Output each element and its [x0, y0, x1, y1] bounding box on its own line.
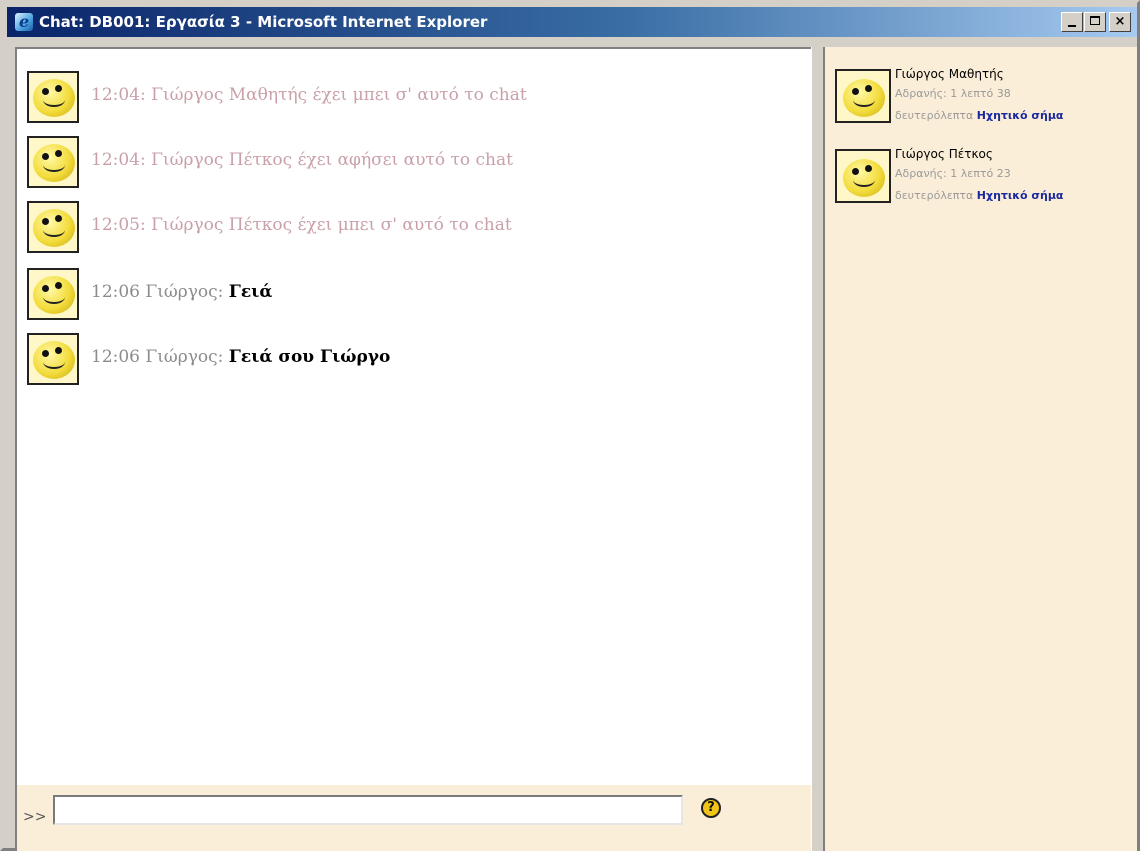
ie-icon — [15, 7, 33, 37]
message-author: Γιώργος: — [145, 282, 224, 302]
chat-message: 12:05: Γιώργος Πέτκος έχει μπει σ' αυτό … — [27, 201, 787, 257]
help-icon[interactable]: ? — [701, 798, 721, 818]
title-bar[interactable]: Chat: DB001: Εργασία 3 - Microsoft Inter… — [7, 7, 1137, 37]
close-button[interactable]: × — [1109, 12, 1131, 32]
close-icon: × — [1114, 14, 1126, 29]
frame-splitter[interactable] — [811, 47, 825, 851]
minimize-icon — [1068, 25, 1076, 27]
user-name: Γιώργος Μαθητής — [895, 67, 1004, 81]
beep-link[interactable]: Ηχητικό σήμα — [977, 109, 1064, 122]
user-message-text: 12:06 Γιώργος: Γειά σου Γιώργο — [91, 347, 390, 367]
chat-message: 12:04: Γιώργος Πέτκος έχει αφήσει αυτό τ… — [27, 136, 787, 192]
message-author: Γιώργος: — [145, 347, 224, 367]
system-message-text: 12:04: Γιώργος Πέτκος έχει αφήσει αυτό τ… — [91, 150, 513, 170]
maximize-icon — [1090, 16, 1100, 25]
chat-message: 12:04: Γιώργος Μαθητής έχει μπει σ' αυτό… — [27, 71, 787, 127]
smiley-icon — [27, 201, 79, 253]
user-idle-line: Αδρανής: 1 λεπτό 23 — [895, 167, 1011, 180]
smiley-icon — [27, 71, 79, 123]
window-controls: × — [1060, 12, 1131, 32]
message-body: Γειά σου Γιώργο — [228, 347, 391, 367]
smiley-icon — [835, 69, 891, 123]
idle-label: Αδρανής: — [895, 87, 947, 100]
chat-messages-pane[interactable]: 12:04: Γιώργος Μαθητής έχει μπει σ' αυτό… — [15, 47, 811, 851]
idle-label: Αδρανής: — [895, 167, 947, 180]
user-name: Γιώργος Πέτκος — [895, 147, 993, 161]
smiley-icon — [27, 136, 79, 188]
beep-link[interactable]: Ηχητικό σήμα — [977, 189, 1064, 202]
browser-window: Chat: DB001: Εργασία 3 - Microsoft Inter… — [0, 0, 1140, 851]
smiley-icon — [27, 333, 79, 385]
input-prompt: >> — [23, 809, 47, 825]
user-list-item: Γιώργος Πέτκος Αδρανής: 1 λεπτό 23 δευτε… — [835, 147, 1125, 207]
idle-value: 1 λεπτό 23 — [950, 167, 1011, 180]
idle-value: 1 λεπτό 38 — [950, 87, 1011, 100]
seconds-label: δευτερόλεπτα — [895, 109, 974, 122]
message-input-bar: >> ? — [17, 785, 811, 851]
system-message-text: 12:04: Γιώργος Μαθητής έχει μπει σ' αυτό… — [91, 85, 527, 105]
message-input[interactable] — [53, 795, 683, 825]
message-body: Γειά — [228, 282, 273, 302]
maximize-button[interactable] — [1084, 12, 1106, 32]
user-seconds-line: δευτερόλεπτα Ηχητικό σήμα — [895, 109, 1063, 122]
window-title: Chat: DB001: Εργασία 3 - Microsoft Inter… — [39, 13, 488, 31]
user-list-item: Γιώργος Μαθητής Αδρανής: 1 λεπτό 38 δευτ… — [835, 67, 1125, 127]
system-message-text: 12:05: Γιώργος Πέτκος έχει μπει σ' αυτό … — [91, 215, 512, 235]
seconds-label: δευτερόλεπτα — [895, 189, 974, 202]
minimize-button[interactable] — [1061, 12, 1083, 32]
chat-message: 12:06 Γιώργος: Γειά — [27, 268, 787, 324]
message-time: 12:06 — [91, 347, 140, 367]
message-time: 12:06 — [91, 282, 140, 302]
users-list-pane: Γιώργος Μαθητής Αδρανής: 1 λεπτό 38 δευτ… — [825, 47, 1137, 851]
chat-message: 12:06 Γιώργος: Γειά σου Γιώργο — [27, 333, 787, 389]
smiley-icon — [27, 268, 79, 320]
smiley-icon — [835, 149, 891, 203]
user-message-text: 12:06 Γιώργος: Γειά — [91, 282, 273, 302]
user-seconds-line: δευτερόλεπτα Ηχητικό σήμα — [895, 189, 1063, 202]
user-idle-line: Αδρανής: 1 λεπτό 38 — [895, 87, 1011, 100]
